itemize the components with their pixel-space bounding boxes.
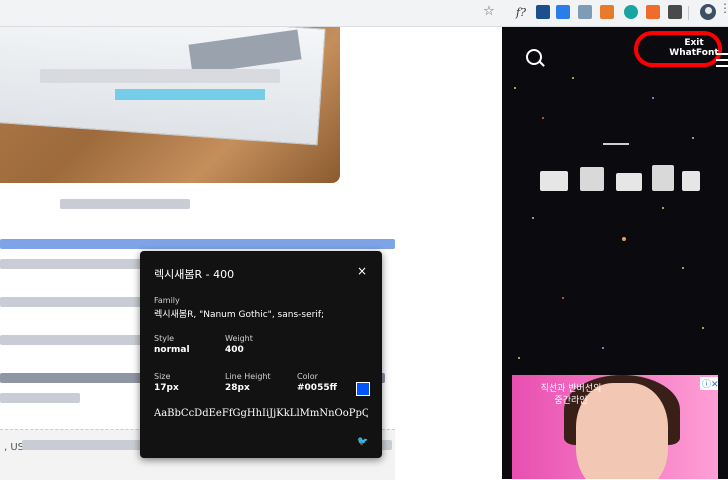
search-icon[interactable] [526,49,542,65]
extension-icon[interactable] [646,5,660,19]
color-swatch [356,382,370,396]
extension-icon[interactable] [556,5,570,19]
star-dot [518,357,520,359]
weight-label: Weight [225,334,253,343]
star-dot [662,207,664,209]
line-height-label: Line Height [225,372,271,381]
blurred-link-line [0,239,395,249]
star-dot [542,117,544,119]
product-stripe [115,89,265,100]
line-height-value: 28px [225,383,250,393]
hero-divider [603,143,629,145]
menu-icon[interactable]: ⋮ [719,2,728,20]
star-dot [602,347,604,349]
tweet-icon[interactable]: 🐦 [357,437,368,447]
star-dot [532,217,534,219]
star-dot [652,97,654,99]
style-label: Style [154,334,175,343]
style-value: normal [154,345,190,355]
browser-toolbar: ☆ f? ⋮ [0,0,728,27]
ad-info-icon[interactable]: ⓘ✕ [700,377,718,390]
size-label: Size [154,372,171,381]
whatfont-icon[interactable]: f? [512,5,530,19]
blurred-text-line [0,393,80,403]
dark-sidebar: Exit WhatFont 직선과 반버선의 중간라인 ⓘ✕ [502,27,728,479]
hero-title-blurred [540,163,700,195]
extension-icon[interactable] [578,5,592,19]
ad-banner[interactable]: 직선과 반버선의 중간라인 ⓘ✕ [512,375,718,479]
color-label: Color [297,372,318,381]
weight-value: 400 [225,345,244,355]
article-photo [0,27,340,183]
star-dot [622,237,626,241]
extension-icon[interactable] [668,5,682,19]
hamburger-menu-icon[interactable] [716,53,728,71]
whatfont-popup: 렉시새봄R - 400 × Family 렉시새봄R, "Nanum Gothi… [140,251,382,458]
star-dot [702,327,704,329]
extension-icon[interactable] [536,5,550,19]
star-dot [514,87,516,89]
extension-icon[interactable] [624,5,638,19]
family-value: 렉시새봄R, "Nanum Gothic", sans-serif; [154,310,325,320]
color-value: #0055ff [297,383,337,393]
toolbar-separator [688,6,689,20]
star-dot [692,137,694,139]
close-icon[interactable]: × [357,264,367,278]
profile-avatar[interactable] [700,4,716,20]
star-dot [572,77,574,79]
star-icon[interactable]: ☆ [482,4,496,19]
family-label: Family [154,296,180,305]
extension-icon[interactable] [600,5,614,19]
size-value: 17px [154,383,179,393]
photo-caption [60,199,190,209]
font-title: 렉시새봄R - 400 [154,268,235,281]
blurred-text [40,69,280,83]
ad-headline: 직선과 반버선의 중간라인 [540,384,602,406]
font-sample-text: AaBbCcDdEeFfGgHhIiJjKkLlMmNnOoPpQqRrSsTt [154,408,368,419]
star-dot [682,267,684,269]
star-dot [562,297,564,299]
